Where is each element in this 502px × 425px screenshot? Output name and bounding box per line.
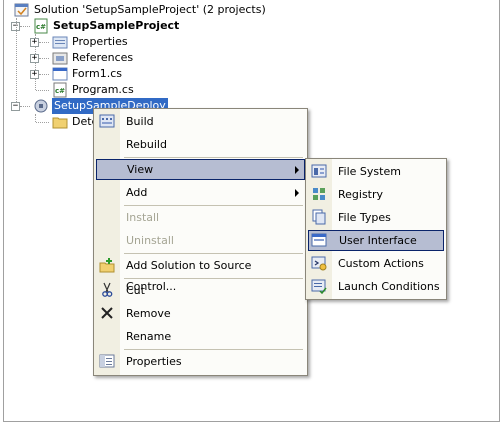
tree-connector [35,114,36,122]
submenu-item-launch-conditions[interactable]: Launch Conditions [308,276,444,297]
custom-actions-icon [311,256,327,271]
menu-item-label: Properties [126,355,182,368]
submenu-item-registry[interactable]: Registry [308,184,444,205]
tree-connector [16,18,17,106]
submenu-item-file-system[interactable]: File System [308,161,444,182]
menu-item-add[interactable]: Add [96,182,305,203]
delete-x-icon [101,307,113,319]
view-submenu: File System Registry File Types User Int… [305,158,447,300]
setup-project-icon [34,99,48,113]
csharp-project-icon: c# [34,18,48,34]
solution-label: Solution 'SetupSampleProject' (2 project… [34,3,266,16]
menu-item-properties[interactable]: Properties [96,351,305,372]
menu-item-label: Install [126,211,160,224]
expand-properties-toggle[interactable]: + [30,38,39,47]
menu-separator [124,205,303,206]
tree-connector [39,58,49,59]
form1-label: Form1.cs [72,67,122,80]
menu-item-label: Launch Conditions [338,280,440,293]
properties-label: Properties [72,35,128,48]
tree-connector [36,90,49,91]
expand-form1-toggle[interactable]: + [30,70,39,79]
tree-project-node[interactable]: c# SetupSampleProject [33,18,333,34]
svg-text:c#: c# [36,23,46,31]
solution-icon [14,3,29,17]
menu-item-uninstall: Uninstall [96,230,305,251]
submenu-arrow-icon [295,166,299,174]
menu-item-label: Cut [126,284,145,297]
tree-item-form1[interactable]: Form1.cs [52,66,252,82]
submenu-arrow-icon [295,189,299,197]
tree-item-references[interactable]: References [52,50,252,66]
build-icon [99,114,115,128]
menu-item-cut[interactable]: Cut [96,280,305,301]
scissors-icon [102,282,113,297]
svg-text:c#: c# [55,87,65,95]
file-types-icon [312,209,326,225]
launch-conditions-icon [311,279,327,294]
references-icon [52,52,68,65]
menu-item-view[interactable]: View [96,159,305,180]
menu-separator [124,278,303,279]
menu-item-rebuild[interactable]: Rebuild [96,134,305,155]
submenu-item-user-interface[interactable]: User Interface [308,230,444,251]
tree-connector [20,106,30,107]
properties-icon [99,354,115,368]
menu-item-label: Rebuild [126,138,167,151]
menu-item-label: Build [126,115,154,128]
submenu-item-custom-actions[interactable]: Custom Actions [308,253,444,274]
menu-item-label: Custom Actions [338,257,424,270]
collapse-deploy-toggle[interactable]: − [11,102,20,111]
tree-connector [39,42,49,43]
context-menu: Build Rebuild View Add Install Uninstall… [93,108,308,376]
menu-item-label: Rename [126,330,172,343]
folder-icon [52,117,68,129]
menu-item-label: View [127,163,154,176]
menu-item-remove[interactable]: Remove [96,303,305,324]
csharp-file-icon: c# [53,82,67,98]
menu-item-label: Uninstall [126,234,174,247]
tree-connector [20,26,30,27]
submenu-item-file-types[interactable]: File Types [308,207,444,228]
menu-item-build[interactable]: Build [96,111,305,132]
menu-separator [124,349,303,350]
properties-folder-icon [52,36,68,49]
expand-references-toggle[interactable]: + [30,54,39,63]
tree-connector [36,122,49,123]
tree-connector [39,74,49,75]
tree-item-properties[interactable]: Properties [52,34,252,50]
tree-solution-node[interactable]: Solution 'SetupSampleProject' (2 project… [14,2,314,18]
tree-item-program[interactable]: c# Program.cs [52,82,252,98]
menu-item-label: File System [338,165,401,178]
menu-item-label: Registry [338,188,384,201]
menu-item-rename[interactable]: Rename [96,326,305,347]
menu-item-label: File Types [338,211,391,224]
project-label: SetupSampleProject [53,19,180,32]
user-interface-icon [311,233,327,247]
menu-item-label: User Interface [339,234,417,247]
menu-item-install: Install [96,207,305,228]
menu-item-label: Remove [126,307,171,320]
menu-separator [124,253,303,254]
menu-item-add-to-source-control[interactable]: Add Solution to Source Control... [96,255,305,293]
file-system-icon [311,164,327,178]
source-control-icon [99,258,115,273]
menu-item-label: Add [126,186,148,199]
references-label: References [72,51,134,64]
registry-icon [313,188,325,200]
menu-separator [124,157,303,158]
form-icon [52,67,68,81]
program-label: Program.cs [72,83,134,96]
